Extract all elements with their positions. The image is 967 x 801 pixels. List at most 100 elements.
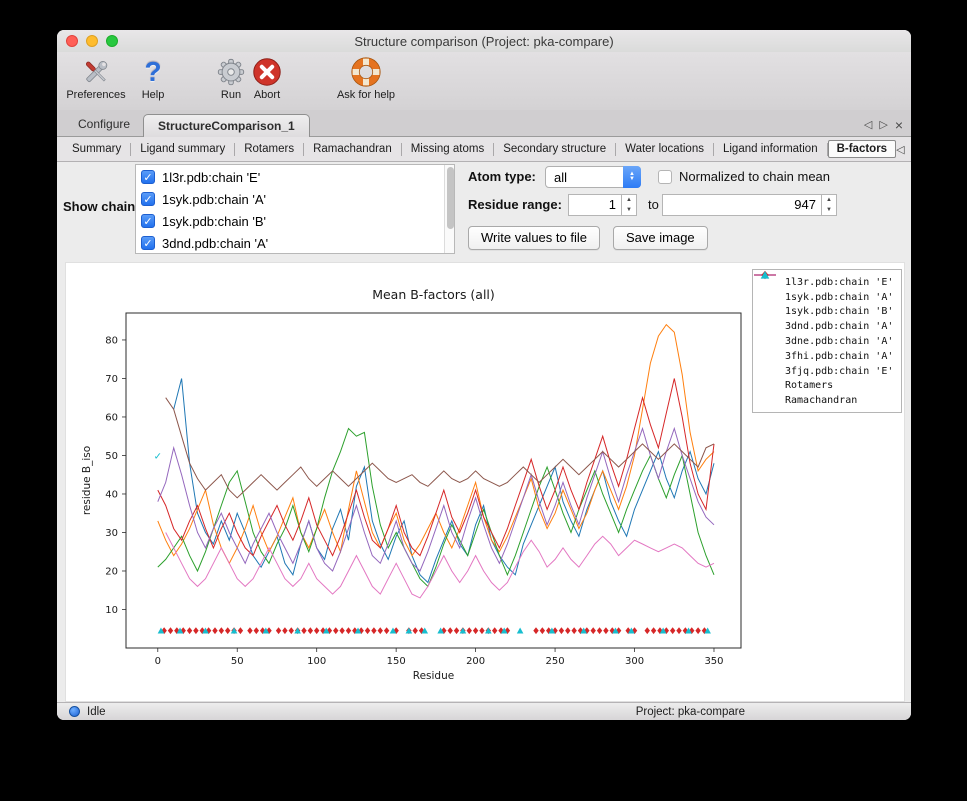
chain-checkbox[interactable]: ✓ — [141, 214, 155, 228]
run-button[interactable]: Run — [215, 56, 247, 101]
controls-panel: Show chains: ✓1l3r.pdb:chain 'E'✓1syk.pd… — [57, 162, 911, 262]
run-gear-icon — [216, 56, 246, 88]
tab-configure[interactable]: Configure — [65, 113, 143, 136]
legend-item: 3dne.pdb:chain 'A' — [759, 334, 895, 349]
svg-text:350: 350 — [704, 656, 723, 667]
preferences-button[interactable]: Preferences — [65, 56, 127, 101]
atom-type-value: all — [546, 170, 623, 185]
title-bar[interactable]: Structure comparison (Project: pka-compa… — [57, 30, 911, 52]
stepper-down-icon[interactable]: ▼ — [622, 205, 636, 215]
help-question-icon: ? — [144, 56, 161, 88]
chart-legend: 1l3r.pdb:chain 'E' 1syk.pdb:chain 'A' 1syk… — [752, 269, 902, 413]
svg-text:300: 300 — [625, 656, 644, 667]
residue-to-stepper: ▲ ▼ — [822, 194, 837, 216]
ask-for-help-button[interactable]: Ask for help — [331, 56, 401, 101]
stepper-up-icon[interactable]: ▲ — [622, 195, 636, 205]
legend-label: Rotamers — [785, 380, 833, 391]
abort-cross-icon — [252, 56, 282, 88]
legend-label: 3dne.pdb:chain 'A' — [785, 336, 893, 347]
subtab-nav: ◁ ▷ — [896, 143, 911, 156]
subtab-ligand-summary[interactable]: Ligand summary — [131, 140, 234, 158]
chain-list-item[interactable]: ✓3dnd.pdb:chain 'A' — [136, 232, 444, 253]
legend-label: 3dnd.pdb:chain 'A' — [785, 321, 893, 332]
svg-text:10: 10 — [105, 605, 118, 616]
svg-text:200: 200 — [466, 656, 485, 667]
legend-label: 1syk.pdb:chain 'A' — [785, 292, 893, 303]
status-dot-icon — [69, 706, 80, 717]
write-values-button[interactable]: Write values to file — [468, 226, 600, 250]
svg-text:150: 150 — [387, 656, 406, 667]
dropdown-arrows-icon: ▲▼ — [623, 166, 641, 188]
svg-text:80: 80 — [105, 335, 118, 346]
desktop-background: Structure comparison (Project: pka-compa… — [0, 0, 967, 801]
stepper-up-icon[interactable]: ▲ — [822, 195, 836, 205]
svg-text:60: 60 — [105, 412, 118, 423]
subtab-water-locations[interactable]: Water locations — [616, 140, 713, 158]
to-label: to — [648, 194, 659, 216]
legend-label: 1syk.pdb:chain 'B' — [785, 306, 893, 317]
stepper-down-icon[interactable]: ▼ — [822, 205, 836, 215]
status-bar: Idle Project: pka-compare — [57, 702, 911, 720]
zoom-window-button[interactable] — [106, 35, 118, 47]
chain-list-item[interactable]: ✓ 1syk.pdb:chain 'B' — [136, 210, 444, 232]
chain-list-scroll-thumb[interactable] — [447, 167, 454, 229]
chain-label: 1syk.pdb:chain 'B' — [162, 214, 266, 229]
chain-list[interactable]: ✓1l3r.pdb:chain 'E'✓1syk.pdb:chain 'A'✓1… — [135, 164, 455, 254]
subtab-b-factors[interactable]: B-factors — [828, 140, 896, 158]
legend-item: 1syk.pdb:chain 'B' — [759, 305, 895, 320]
svg-text:70: 70 — [105, 374, 118, 385]
chain-checkbox[interactable]: ✓ — [141, 170, 155, 184]
toolbar: Preferences ? Help — [57, 52, 911, 110]
preferences-label: Preferences — [66, 89, 125, 101]
normalized-checkbox[interactable] — [658, 170, 672, 184]
subtab-missing-atoms[interactable]: Missing atoms — [402, 140, 494, 158]
svg-text:100: 100 — [307, 656, 326, 667]
legend-label: Ramachandran — [785, 395, 857, 406]
chain-checkbox[interactable]: ✓ — [141, 192, 155, 206]
chain-list-scrollbar[interactable] — [444, 165, 454, 253]
svg-text:20: 20 — [105, 566, 118, 577]
save-image-button[interactable]: Save image — [613, 226, 708, 250]
tab-scroll-right-icon[interactable]: ▷ — [879, 120, 887, 131]
help-label: Help — [142, 89, 165, 101]
tab-nav: ◁ ▷ × — [864, 120, 903, 136]
svg-text:50: 50 — [231, 656, 244, 667]
subtab-scroll-left-icon[interactable]: ◁ — [896, 143, 904, 156]
help-button[interactable]: ? Help — [137, 56, 169, 101]
legend-item: 1l3r.pdb:chain 'E' — [759, 275, 895, 290]
residue-range-label: Residue range: — [468, 194, 562, 216]
chain-list-item[interactable]: ✓1l3r.pdb:chain 'E' — [136, 166, 444, 188]
atom-type-dropdown[interactable]: all ▲▼ — [545, 166, 641, 188]
app-window: Structure comparison (Project: pka-compa… — [57, 30, 911, 720]
tab-structurecomparison-1[interactable]: StructureComparison_1 — [143, 114, 310, 137]
subtab-summary[interactable]: Summary — [63, 140, 130, 158]
subtab-bar-items: SummaryLigand summaryRotamersRamachandra… — [63, 140, 896, 158]
legend-label: 3fjq.pdb:chain 'E' — [785, 366, 893, 377]
window-controls — [66, 35, 118, 47]
subtab-ligand-information[interactable]: Ligand information — [714, 140, 827, 158]
svg-text:30: 30 — [105, 528, 118, 539]
chain-list-item[interactable]: ✓ 1syk.pdb:chain 'A' — [136, 188, 444, 210]
window-title: Structure comparison (Project: pka-compa… — [354, 34, 613, 49]
chain-list-rows: ✓1l3r.pdb:chain 'E'✓1syk.pdb:chain 'A'✓1… — [136, 165, 444, 253]
legend-item: 3dnd.pdb:chain 'A' — [759, 319, 895, 334]
status-text: Idle — [87, 706, 106, 718]
subtab-bar: SummaryLigand summaryRotamersRamachandra… — [57, 137, 911, 162]
main-tab-bar: Configure StructureComparison_1 ◁ ▷ × — [57, 110, 911, 137]
residue-to-input[interactable]: 947 — [662, 194, 822, 216]
chain-label: 1syk.pdb:chain 'A' — [162, 192, 266, 207]
run-label: Run — [221, 89, 241, 101]
abort-button[interactable]: Abort — [249, 56, 285, 101]
subtab-rotamers[interactable]: Rotamers — [235, 140, 303, 158]
close-window-button[interactable] — [66, 35, 78, 47]
residue-from-input[interactable]: 1 — [568, 194, 622, 216]
ask-for-help-label: Ask for help — [337, 89, 395, 101]
chain-checkbox[interactable]: ✓ — [141, 236, 155, 250]
tab-close-icon[interactable]: × — [895, 120, 903, 131]
subtab-ramachandran[interactable]: Ramachandran — [304, 140, 401, 158]
subtab-secondary-structure[interactable]: Secondary structure — [494, 140, 615, 158]
legend-item: 3fjq.pdb:chain 'E' — [759, 364, 895, 379]
tab-scroll-left-icon[interactable]: ◁ — [864, 120, 872, 131]
residue-from-stepper: ▲ ▼ — [622, 194, 637, 216]
minimize-window-button[interactable] — [86, 35, 98, 47]
